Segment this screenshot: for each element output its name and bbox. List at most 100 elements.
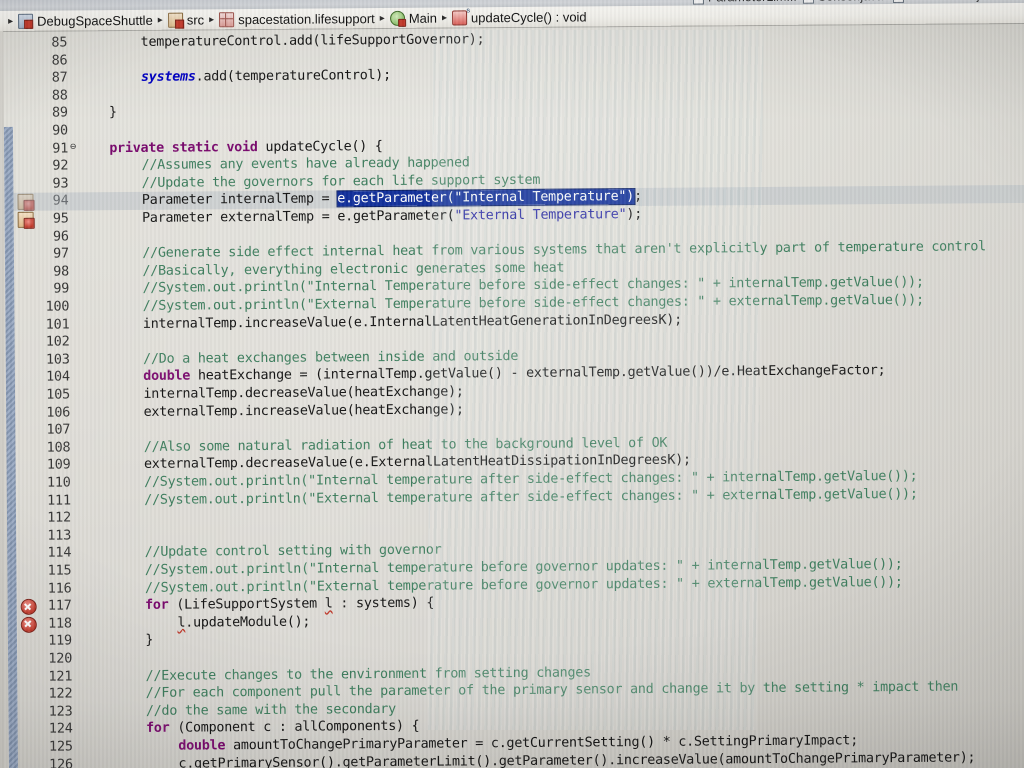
line-number: 112 [47,509,72,526]
breadcrumb-item-src[interactable]: src [167,11,205,28]
code-fragment: Parameter internalTemp = [141,191,338,209]
breadcrumb-separator: ▸ [209,13,215,25]
gutter-row[interactable]: 124 [18,721,82,739]
code-fragment: .add(temperatureControl); [195,68,391,85]
code-comment: //Do a heat exchanges between inside and… [143,348,519,367]
breadcrumb-item-spacestation-lifesupport[interactable]: spacestation.lifesupport [219,11,375,27]
line-number: 101 [45,316,70,333]
code-comment: //Update control setting with governor [144,542,442,561]
gutter-row[interactable]: 118 [17,615,81,633]
gutter-row[interactable]: 85 [12,34,76,52]
line-number: 126 [49,756,73,768]
breadcrumb-item-main[interactable]: Main [389,10,438,26]
line-number: 100 [45,298,70,315]
line-number-gutter[interactable]: 85 86 87 88 89 90 91 ⊖ 92 93 94 95 96 97 98 99 100 101 102… [12,30,82,768]
gutter-row[interactable]: 91 ⊖ [13,140,77,158]
gutter-row[interactable]: 96 [14,228,78,246]
code-editor[interactable]: 85 86 87 88 89 90 91 ⊖ 92 93 94 95 96 97 98 99 100 101 102… [0,23,1024,768]
code-line-text: //do the same with the secondary [146,701,396,721]
gutter-row[interactable]: 109 [16,457,80,475]
gutter-row[interactable]: 120 [17,650,81,668]
code-comment: //Assumes any events have already happen… [141,155,470,174]
gutter-row[interactable]: 90 [13,122,77,140]
line-number: 125 [48,738,73,755]
error-marker-icon[interactable] [20,598,37,616]
gutter-row[interactable]: 106 [15,404,79,422]
line-number: 90 [52,122,69,139]
breadcrumb-separator: ▸ [8,15,14,27]
code-line-text: } [109,105,117,123]
editor-tab-label: ParameterLim... [708,0,797,4]
line-number: 115 [47,562,72,579]
class-icon [389,10,405,26]
line-number: 93 [52,175,69,192]
gutter-row[interactable]: 119 [17,633,81,651]
gutter-row[interactable]: 100 [14,298,78,316]
gutter-row[interactable]: 121 [17,668,81,686]
code-fragment: (Component c : allComponents) { [177,719,420,737]
error-marker-icon[interactable] [20,616,37,633]
gutter-row[interactable]: 111 [16,492,80,510]
gutter-row[interactable]: 123 [17,703,81,721]
gutter-row[interactable]: 89 [13,105,77,123]
line-number: 106 [46,404,71,421]
code-keyword: private static void [109,139,266,156]
gutter-row[interactable]: 101 [14,316,78,334]
gutter-row[interactable]: 108 [15,439,79,457]
breadcrumb-item-label: DebugSpaceShuttle [37,12,153,29]
gutter-row[interactable]: 115 [16,562,80,580]
line-number: 108 [46,439,71,456]
line-number: 107 [46,421,71,438]
gutter-row[interactable]: 114 [16,545,80,563]
gutter-row[interactable]: 116 [16,580,80,598]
gutter-row[interactable]: 104 [15,369,79,387]
code-fragment: : systems) { [332,595,435,612]
gutter-row[interactable]: 110 [16,474,80,492]
line-number: 124 [48,720,73,738]
gutter-row[interactable]: 126 [18,756,82,768]
editor-tab-label: Sensor.java [818,0,883,4]
gutter-row[interactable]: 86 [12,52,76,70]
gutter-row[interactable]: 93 [13,175,77,193]
code-fragment: .updateModule(); [185,614,311,631]
code-fragment: internalTemp.decreaseValue(heatExchange)… [143,384,464,402]
line-number: 95 [52,210,69,227]
gutter-row[interactable]: 103 [15,351,79,369]
line-number: 96 [52,228,69,245]
gutter-row[interactable]: 105 [15,386,79,404]
line-number: 104 [46,368,70,386]
gutter-row[interactable]: 99 [14,281,78,299]
breadcrumb-item-label: Main [408,10,438,26]
code-string: "External Temperature" [454,207,627,224]
error-quickfix-icon[interactable] [17,211,34,228]
line-number: 109 [46,456,71,474]
breadcrumb-separator: ▸ [379,12,385,24]
gutter-row[interactable]: 88 [13,87,77,105]
gutter-row[interactable]: 98 [14,263,78,281]
gutter-row[interactable]: 117 [17,598,81,616]
code-line-text: //Update control setting with governor [145,542,442,562]
line-number: 85 [51,34,68,51]
selected-code-fragment: e.getParameter("Internal Temperature") [337,189,635,207]
code-text-area[interactable]: temperatureControl.add(lifeSupportGovern… [13,23,1024,768]
breadcrumb-item-label: spacestation.lifesupport [238,10,375,27]
line-number: 97 [53,245,69,262]
java-file-icon: J [892,0,904,3]
gutter-row[interactable]: 113 [16,527,80,545]
code-line-text: systems.add(temperatureControl); [141,67,391,87]
breadcrumb-item-label: src [186,11,205,28]
gutter-row[interactable]: 97 [14,246,78,264]
line-number: 86 [51,52,68,69]
gutter-row[interactable]: 125 [18,738,82,756]
breadcrumb-item-debugspaceshuttle[interactable]: DebugSpaceShuttle [18,12,153,29]
gutter-row[interactable]: 95 [14,210,78,228]
gutter-row[interactable]: 107 [15,422,79,440]
gutter-row[interactable]: 92 [13,158,77,176]
code-fragment: (LifeSupportSystem [176,596,325,613]
source-folder-icon [167,12,183,28]
gutter-row[interactable]: 87 [12,70,76,88]
gutter-row[interactable]: 122 [17,686,81,704]
breadcrumb-item-updatecycle-void[interactable]: updateCycle() : void [451,9,587,25]
gutter-row[interactable]: 112 [16,510,80,528]
gutter-row[interactable]: 102 [15,334,79,352]
